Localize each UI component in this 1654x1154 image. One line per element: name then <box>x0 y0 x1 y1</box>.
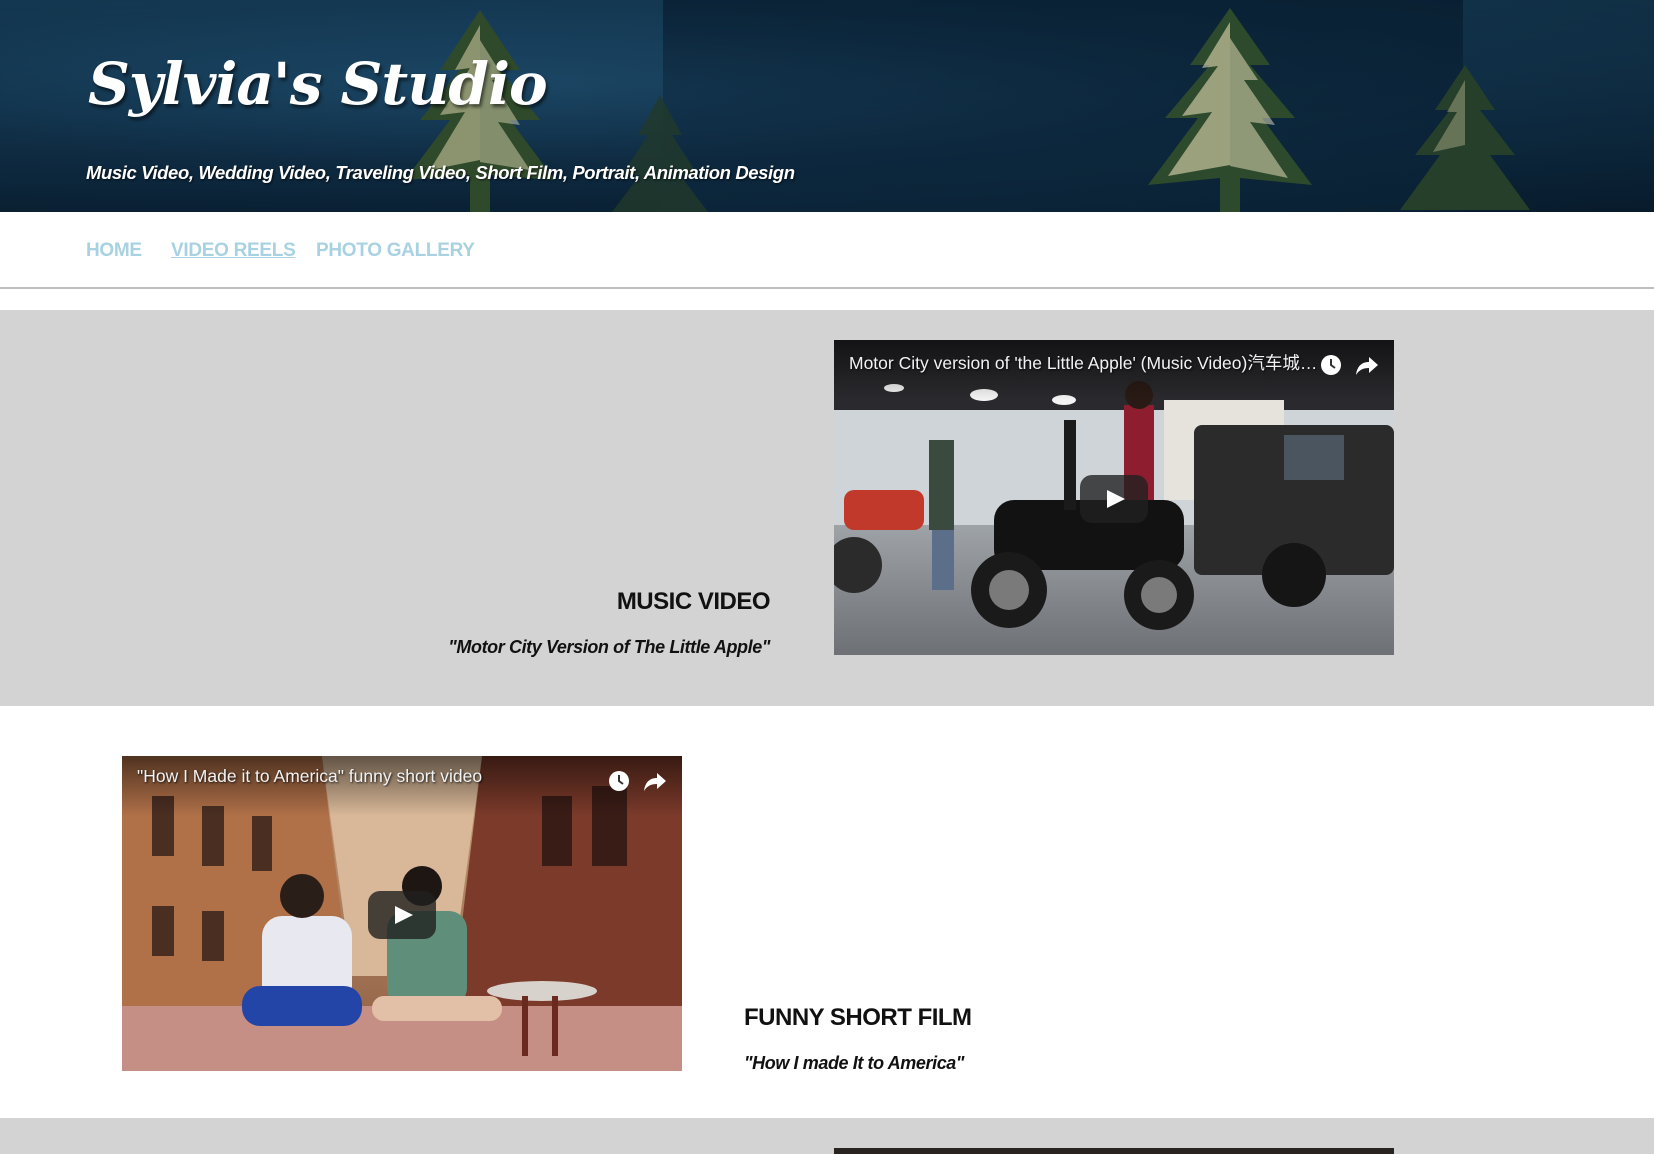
music-video-section: MUSIC VIDEO "Motor City Version of The L… <box>0 310 1654 706</box>
pine-tree-image <box>612 95 708 212</box>
pine-tree-image <box>1400 65 1530 210</box>
play-button[interactable] <box>1080 475 1148 523</box>
section-caption: "Motor City Version of The Little Apple" <box>448 637 770 657</box>
next-video-player[interactable] <box>834 1148 1394 1154</box>
short-film-section: "How I Made it to America" funny short v… <box>0 706 1654 1118</box>
video-title[interactable]: "How I Made it to America" funny short v… <box>137 766 607 787</box>
site-title[interactable]: Sylvia's Studio <box>88 50 548 118</box>
share-icon[interactable] <box>642 768 668 794</box>
play-icon <box>395 906 413 924</box>
pine-tree-image <box>1148 8 1312 212</box>
clock-icon[interactable] <box>1318 352 1344 378</box>
section-heading: FUNNY SHORT FILM <box>744 1004 972 1031</box>
play-icon <box>1107 490 1125 508</box>
section-heading: MUSIC VIDEO <box>616 588 771 615</box>
section-caption: "How I made It to America" <box>744 1053 965 1073</box>
main-navigation: HOME VIDEO REELS PHOTO GALLERY <box>0 212 1654 289</box>
site-header: Sylvia's Studio Music Video, Wedding Vid… <box>0 0 1654 212</box>
video-title[interactable]: Motor City version of 'the Little Apple'… <box>849 350 1319 375</box>
nav-item-home[interactable]: HOME <box>86 240 142 262</box>
site-subtitle: Music Video, Wedding Video, Traveling Vi… <box>86 162 795 183</box>
short-film-video-player[interactable]: "How I Made it to America" funny short v… <box>122 756 682 1071</box>
next-video-section <box>0 1118 1654 1154</box>
clock-icon[interactable] <box>606 768 632 794</box>
play-button[interactable] <box>368 891 436 939</box>
share-icon[interactable] <box>1354 352 1380 378</box>
nav-item-photo-gallery[interactable]: PHOTO GALLERY <box>316 240 475 262</box>
nav-item-video-reels[interactable]: VIDEO REELS <box>171 240 296 262</box>
music-video-player[interactable]: Motor City version of 'the Little Apple'… <box>834 340 1394 655</box>
